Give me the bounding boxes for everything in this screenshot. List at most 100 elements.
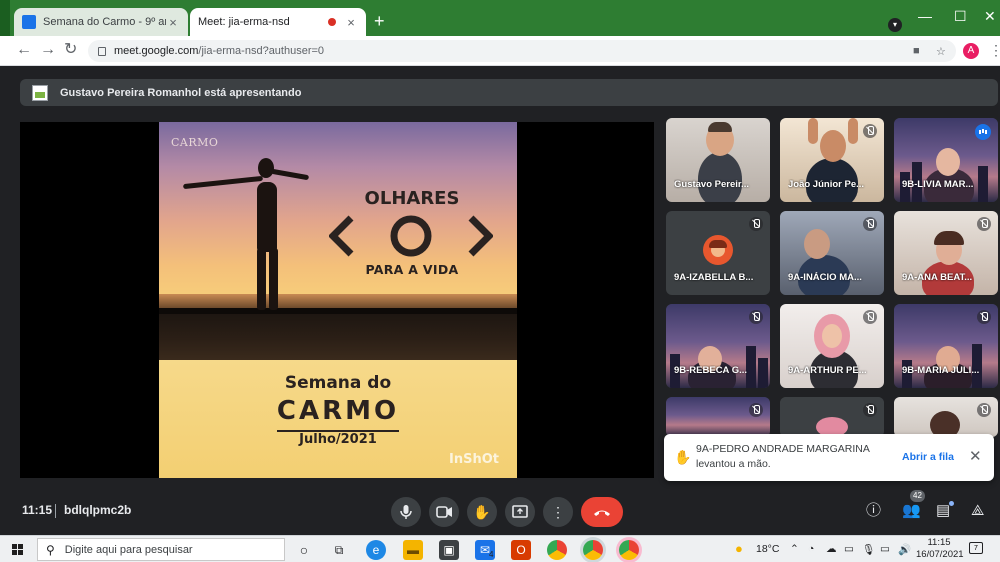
tab-semana-do-carmo[interactable]: Semana do Carmo - 9º ano EF AI × [14, 8, 188, 36]
tab-search-icon[interactable]: ▾ [888, 18, 902, 32]
participant-tile[interactable] [780, 397, 884, 437]
tab-meet[interactable]: Meet: jia-erma-nsd × [190, 8, 366, 89]
reload-icon[interactable]: ↻ [64, 41, 77, 59]
participant-tile[interactable]: 9A-ANA BEAT... [894, 211, 998, 295]
present-screen-icon [512, 505, 528, 518]
close-window-button[interactable]: ✕ [984, 8, 996, 25]
participant-tile[interactable]: 9A-IZABELLA B... [666, 211, 770, 295]
mic-off-icon [749, 310, 763, 324]
participant-tile[interactable] [894, 397, 998, 437]
lock-icon [98, 46, 106, 56]
mail-badge: 4 [489, 550, 494, 559]
raise-hand-button[interactable]: ✋ [467, 497, 497, 527]
video-camera-icon [436, 506, 452, 518]
slide-carmo: CARMO [276, 396, 400, 426]
forward-arrow-icon[interactable]: → [40, 41, 56, 59]
maximize-button[interactable]: ☐ [954, 8, 967, 25]
hand-icon: ✋ [473, 504, 491, 520]
battery-icon[interactable]: ▭ [880, 543, 890, 555]
slide-date: Julho/2021 [299, 432, 377, 447]
presenting-banner: Gustavo Pereira Romanhol está apresentan… [20, 79, 998, 106]
office-icon[interactable]: O [511, 540, 531, 560]
network-icon[interactable]: ◔ [808, 543, 814, 555]
silhouette-leg [257, 248, 266, 310]
chrome-icon[interactable] [547, 540, 567, 560]
participant-tile[interactable]: 9B-MARIA JULI... [894, 304, 998, 388]
participant-avatar [703, 235, 733, 265]
participant-tile[interactable]: 9B-REBECA G... [666, 304, 770, 388]
notification-center-icon[interactable]: 7 [969, 542, 983, 554]
chevron-up-icon[interactable]: ⌃ [790, 543, 799, 555]
raised-hand-notification: ✋ 9A-PEDRO ANDRADE MARGARINA levantou a … [664, 434, 994, 481]
close-notification-icon[interactable]: ✕ [969, 447, 982, 465]
mic-off-icon [749, 403, 763, 417]
new-tab-button[interactable]: + [374, 12, 385, 30]
microphone-button[interactable] [391, 497, 421, 527]
close-tab-icon[interactable]: × [166, 15, 180, 30]
volume-icon[interactable]: 🔊 [898, 543, 911, 556]
chrome-active-icon[interactable] [583, 540, 603, 560]
file-explorer-icon[interactable]: ▬ [403, 540, 423, 560]
recording-dot-icon [328, 18, 336, 26]
task-view-icon[interactable]: ⧉ [329, 540, 349, 560]
bookmark-star-icon[interactable]: ☆ [936, 45, 946, 58]
slide-semana: Semana do [284, 373, 392, 393]
people-icon[interactable]: 👥 [902, 501, 921, 521]
mic-off-icon [749, 217, 763, 231]
windows-start-icon[interactable] [12, 544, 24, 556]
camera-button[interactable] [429, 497, 459, 527]
tab-strip-edge [0, 0, 10, 36]
windows-taskbar: ⚲ Digite aqui para pesquisar ○ ⧉ e ▬ ▣ ✉… [0, 535, 1000, 562]
back-arrow-icon[interactable]: ← [16, 41, 32, 59]
open-queue-button[interactable]: Abrir a fila [902, 451, 954, 463]
close-tab-icon[interactable]: × [344, 15, 358, 30]
participant-tile[interactable]: 9A-INÁCIO MA... [780, 211, 884, 295]
taskbar-search-box[interactable]: ⚲ Digite aqui para pesquisar [37, 538, 285, 561]
slide-brand-logo: CARMO [171, 136, 219, 149]
participant-tile[interactable]: Gustavo Pereir... [666, 118, 770, 202]
weather-sun-icon[interactable]: ● [735, 541, 743, 556]
presentation-stage[interactable]: CARMO OLHARES PARA A VIDA Semana do CARM… [20, 122, 654, 478]
activities-icon[interactable]: ⟁ [971, 501, 984, 521]
cortana-icon[interactable]: ○ [294, 540, 314, 560]
present-screen-button[interactable] [505, 497, 535, 527]
leave-call-button[interactable] [581, 497, 623, 527]
slide-subtitle: PARA A VIDA [365, 262, 459, 277]
cloud-icon[interactable]: ☁ [826, 543, 837, 555]
raised-hand-icon: ✋ [674, 449, 692, 465]
participant-count-badge: 42 [910, 490, 925, 502]
participant-tile[interactable]: 9B-LIVIA MAR... [894, 118, 998, 202]
meeting-details-icon[interactable]: ⓘ [866, 501, 881, 521]
mic-off-icon [977, 310, 991, 324]
mic-off-icon [977, 403, 991, 417]
address-bar[interactable]: meet.google.com/jia-erma-nsd?authuser=0 [88, 40, 956, 62]
participant-name: 9B-LIVIA MAR... [902, 179, 974, 190]
weather-temp[interactable]: 18°C [756, 543, 779, 555]
profile-avatar[interactable]: A [963, 43, 979, 59]
chat-unread-dot [949, 501, 954, 506]
silhouette-leg [269, 248, 278, 310]
participant-name: 9A-ARTHUR PE... [788, 365, 867, 376]
hang-up-icon [594, 510, 610, 516]
chrome-profile-icon[interactable] [619, 540, 639, 560]
meet-call-area: Gustavo Pereira Romanhol está apresentan… [0, 67, 1000, 535]
presenter-thumbnail-icon [32, 84, 48, 101]
onedrive-icon[interactable]: ▭ [844, 543, 854, 555]
more-options-button[interactable]: ⋮ [543, 497, 573, 527]
clock-date: 16/07/2021 [916, 549, 964, 560]
slide-pier [159, 308, 517, 360]
store-icon[interactable]: ▣ [439, 540, 459, 560]
chat-icon[interactable]: ▤ [936, 501, 950, 521]
participant-tile[interactable] [666, 397, 770, 437]
meeting-code: bdlqlpmc2b [64, 503, 132, 517]
mic-tray-icon[interactable]: 🎙 [862, 543, 875, 556]
participant-name: João Júnior Pe... [788, 179, 865, 190]
browser-menu-icon[interactable]: ⋮ [989, 42, 1000, 59]
minimize-button[interactable]: — [918, 8, 932, 24]
camera-icon[interactable]: ■ [913, 45, 920, 57]
participant-tile[interactable]: João Júnior Pe... [780, 118, 884, 202]
system-clock[interactable]: 11:15 16/07/2021 [916, 537, 964, 561]
browser-toolbar: ← → ↻ meet.google.com/jia-erma-nsd?authu… [0, 36, 1000, 66]
edge-browser-icon[interactable]: e [366, 540, 386, 560]
participant-tile[interactable]: 9A-ARTHUR PE... [780, 304, 884, 388]
